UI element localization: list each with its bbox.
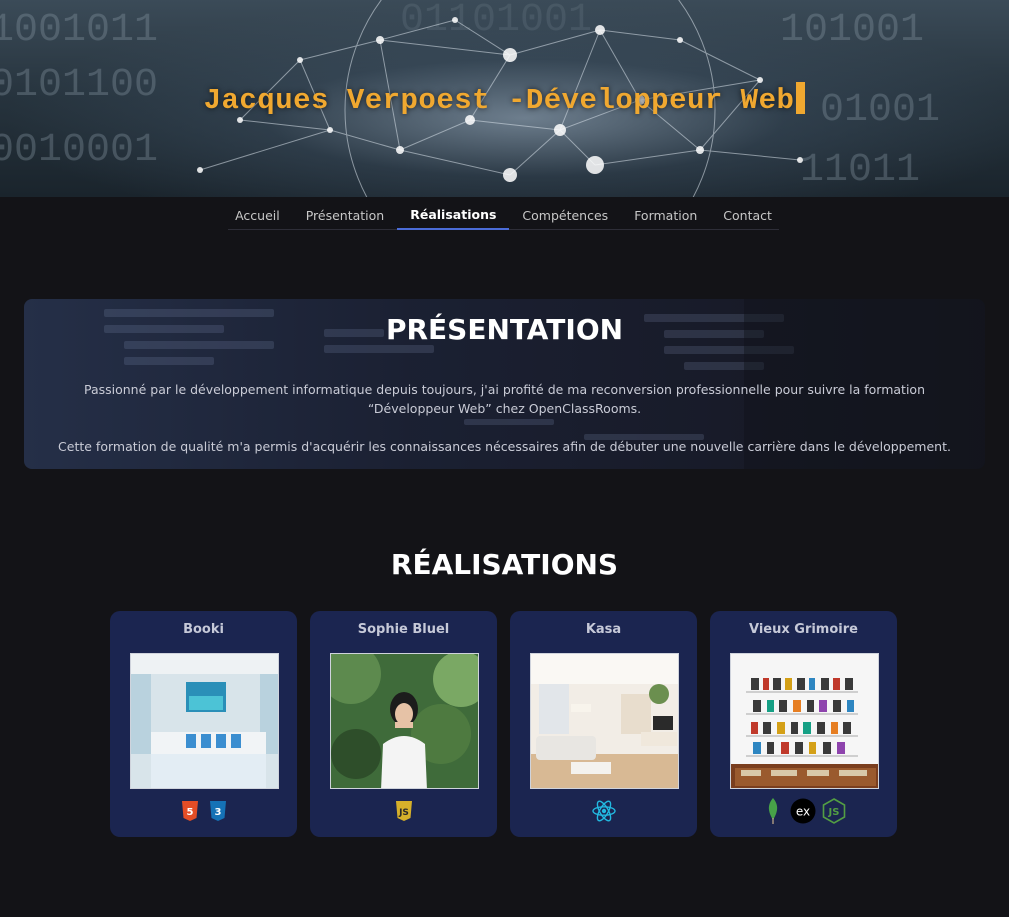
nav-item-accueil[interactable]: Accueil [222, 200, 293, 230]
living-room-photo[interactable] [530, 653, 679, 789]
mongodb-icon [762, 798, 784, 824]
bookshelf-photo[interactable] [730, 653, 879, 789]
nav-item-contact[interactable]: Contact [710, 200, 785, 230]
realisations-title: RÉALISATIONS [390, 548, 619, 581]
project-title: Kasa [585, 622, 622, 637]
svg-text:ex: ex [795, 805, 809, 819]
site-title-text: Jacques Verpoest -Développeur Web [203, 84, 795, 117]
css3-icon: 3 [207, 798, 229, 824]
site-title: Jacques Verpoest -Développeur Web [0, 82, 1009, 117]
svg-text:101001: 101001 [780, 8, 924, 53]
presentation-section: PRÉSENTATION Passionné par le développem… [24, 299, 985, 469]
bedroom-photo[interactable] [130, 653, 279, 789]
portrait-photo[interactable] [330, 653, 479, 789]
nav-item-formation[interactable]: Formation [621, 200, 710, 230]
project-card-booki[interactable]: Booki 5 3 [110, 611, 297, 837]
project-title: Vieux Grimoire [749, 622, 858, 637]
nav-item-competences[interactable]: Compétences [509, 200, 621, 230]
svg-text:5: 5 [186, 807, 193, 818]
presentation-paragraph-2: Cette formation de qualité m'a permis d'… [58, 439, 951, 454]
react-icon [591, 798, 617, 824]
svg-text:01101001: 01101001 [400, 0, 592, 43]
project-card-sophie-bluel[interactable]: Sophie Bluel JS [310, 611, 497, 837]
tech-icons: ex JS [710, 797, 897, 825]
svg-text:JS: JS [398, 808, 409, 818]
svg-text:0010001: 0010001 [0, 128, 158, 173]
nodejs-icon: JS [822, 798, 846, 824]
nav-item-realisations[interactable]: Réalisations [397, 200, 510, 230]
html5-icon: 5 [179, 798, 201, 824]
tech-icons: JS [310, 797, 497, 825]
svg-text:JS: JS [827, 807, 839, 818]
svg-text:11011: 11011 [800, 148, 920, 193]
typing-cursor [796, 82, 806, 114]
svg-text:1001011: 1001011 [0, 8, 158, 53]
svg-text:3: 3 [214, 807, 221, 818]
javascript-icon: JS [393, 798, 415, 824]
presentation-paragraph-1: Passionné par le développement informati… [83, 382, 926, 416]
tech-icons: 5 3 [110, 797, 297, 825]
project-card-kasa[interactable]: Kasa [510, 611, 697, 837]
project-card-vieux-grimoire[interactable]: Vieux Grimoire ex JS [710, 611, 897, 837]
project-title: Sophie Bluel [357, 622, 450, 637]
hero-banner: 1001011 0101100 0010001 101001 01001 110… [0, 0, 1009, 197]
nav-item-presentation[interactable]: Présentation [293, 200, 398, 230]
presentation-title: PRÉSENTATION [385, 313, 624, 346]
main-nav: Accueil Présentation Réalisations Compét… [228, 200, 779, 230]
project-title: Booki [183, 622, 224, 637]
express-icon: ex [790, 798, 816, 824]
tech-icons [510, 797, 697, 825]
